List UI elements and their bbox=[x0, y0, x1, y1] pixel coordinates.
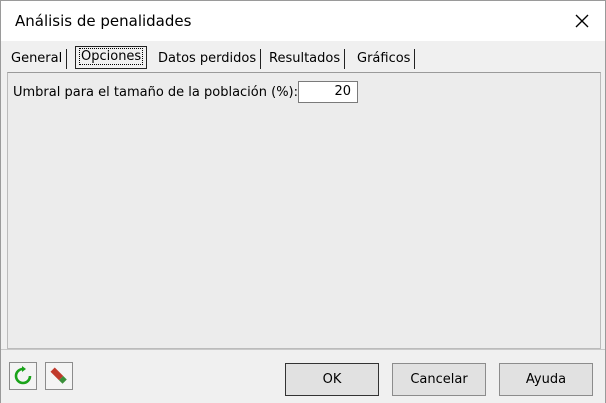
dialog-window: Análisis de penalidades General Opciones… bbox=[0, 0, 606, 403]
tab-general[interactable]: General bbox=[7, 49, 68, 69]
tab-resultados-label: Resultados bbox=[269, 51, 341, 66]
threshold-label: Umbral para el tamaño de la población (%… bbox=[13, 85, 298, 100]
tab-graficos-label: Gráficos bbox=[357, 51, 411, 66]
help-button-label: Ayuda bbox=[525, 372, 567, 387]
tab-datos-perdidos-label: Datos perdidos bbox=[158, 51, 257, 66]
close-icon bbox=[575, 14, 589, 28]
tab-general-label: General bbox=[11, 51, 63, 66]
eraser-icon bbox=[50, 367, 67, 384]
reset-button[interactable] bbox=[9, 362, 37, 390]
cancel-button[interactable]: Cancelar bbox=[392, 363, 486, 396]
tab-strip: General Opciones Datos perdidos Resultad… bbox=[1, 41, 605, 73]
ok-button[interactable]: OK bbox=[285, 363, 379, 396]
window-title: Análisis de penalidades bbox=[15, 12, 192, 30]
threshold-input[interactable]: 20 bbox=[298, 81, 358, 103]
cancel-button-label: Cancelar bbox=[410, 372, 468, 387]
title-bar: Análisis de penalidades bbox=[1, 1, 605, 41]
tab-graficos[interactable]: Gráficos bbox=[353, 49, 416, 69]
close-button[interactable] bbox=[565, 5, 599, 37]
help-button[interactable]: Ayuda bbox=[499, 363, 593, 396]
button-bar: OK Cancelar Ayuda bbox=[1, 349, 605, 403]
reset-icon bbox=[14, 366, 32, 385]
tab-opciones-label: Opciones bbox=[78, 48, 144, 65]
tab-resultados[interactable]: Resultados bbox=[265, 49, 346, 69]
ok-button-label: OK bbox=[322, 372, 342, 387]
options-panel: Umbral para el tamaño de la población (%… bbox=[7, 72, 601, 349]
tab-opciones[interactable]: Opciones bbox=[75, 46, 148, 69]
tab-datos-perdidos[interactable]: Datos perdidos bbox=[154, 49, 262, 69]
clear-button[interactable] bbox=[45, 362, 73, 390]
